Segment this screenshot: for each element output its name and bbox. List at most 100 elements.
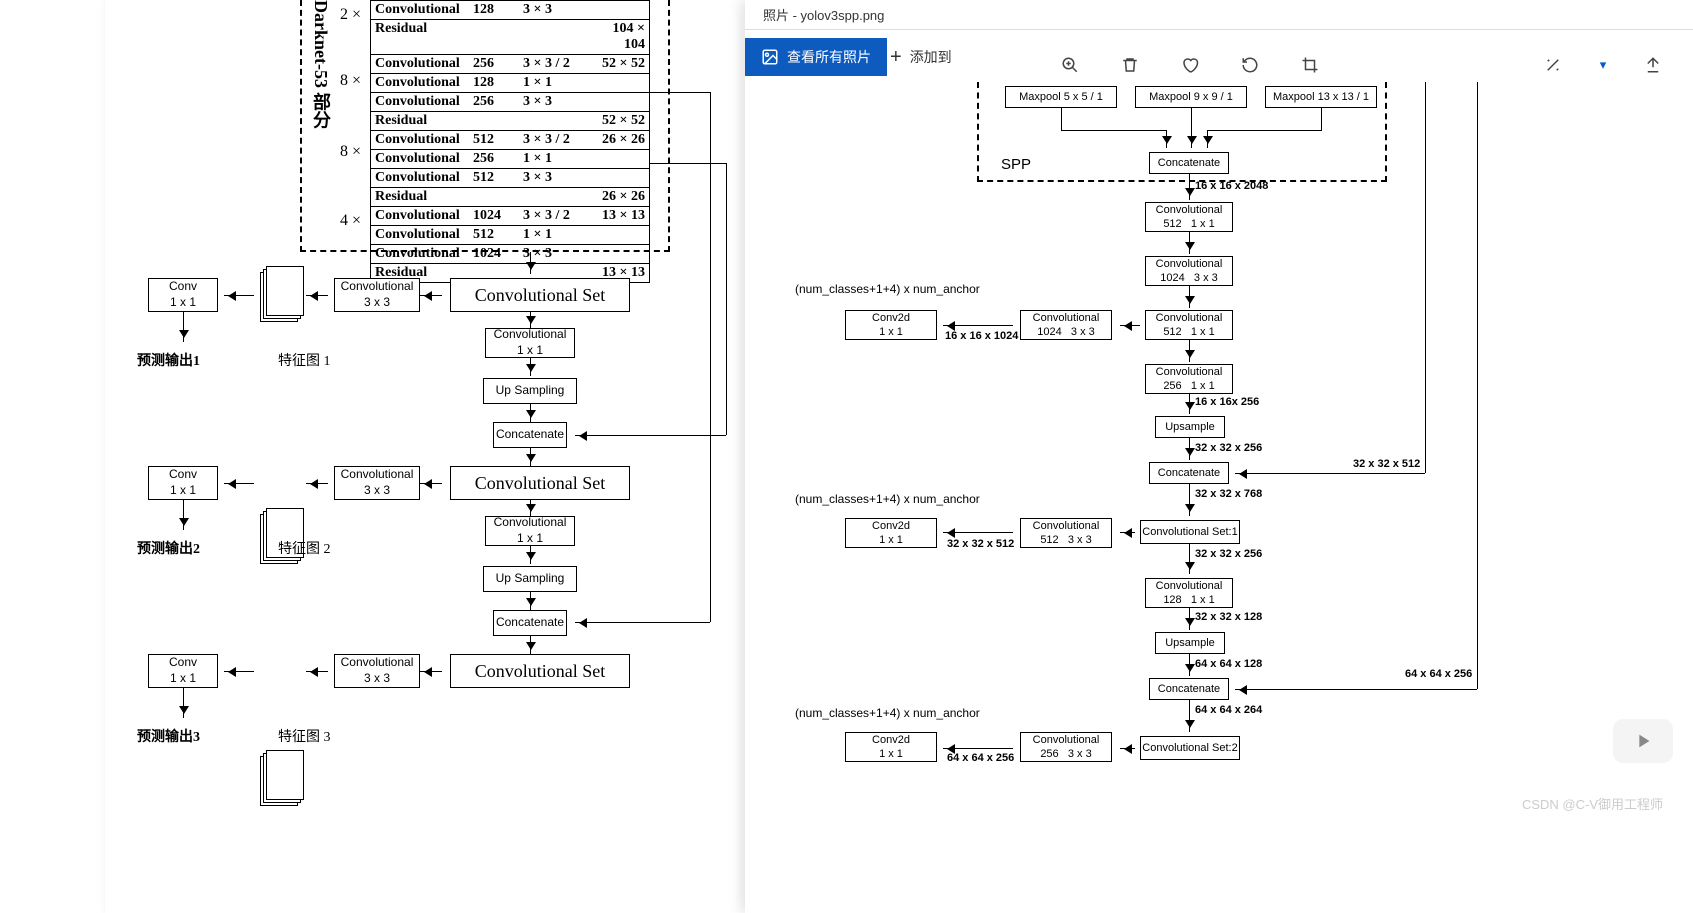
- conv-512-3-out2: Convolutional 512 3 x 3: [1020, 518, 1112, 548]
- arrow: [530, 500, 531, 516]
- share-icon[interactable]: [1643, 55, 1663, 75]
- arrow: [943, 748, 1013, 749]
- mult-4x: 4 ×: [340, 212, 361, 230]
- darknet-table: Convolutional1283 × 3 Residual104 × 104 …: [370, 0, 650, 283]
- chevron-down-icon[interactable]: ▾: [1593, 55, 1613, 75]
- upsample-2: Up Sampling: [483, 566, 577, 592]
- arrow: [1321, 108, 1322, 130]
- video-overlay[interactable]: [1613, 719, 1673, 763]
- arrow: [530, 546, 531, 564]
- arrow: [530, 448, 531, 466]
- conv2d-2: Conv2d 1 x 1: [845, 518, 937, 548]
- dim-32x512: 32 x 32 x 512: [947, 538, 1014, 550]
- arrow: [420, 295, 442, 296]
- arrow: [1207, 130, 1322, 131]
- concat-spp: Concatenate: [1149, 152, 1229, 174]
- arrow: [306, 295, 328, 296]
- photos-window: 照片 - yolov3spp.png 查看所有照片 + 添加到 ▾ SPP Ma…: [745, 0, 1693, 913]
- arrow: [1189, 700, 1190, 732]
- dim-16x256: 16 x 16x 256: [1195, 396, 1259, 408]
- toolbar-right: ▾: [1543, 46, 1663, 84]
- maxpool-13: Maxpool 13 x 13 / 1: [1265, 86, 1377, 108]
- featmap-1-label: 特征图 1: [278, 350, 331, 370]
- concat-1: Concatenate: [493, 422, 567, 448]
- conv1x1-b2: Convolutional1 x 1: [485, 516, 575, 546]
- arrow: [943, 532, 1013, 533]
- plus-icon: +: [890, 46, 902, 69]
- arrow: [575, 622, 710, 623]
- arrow: [1191, 108, 1192, 148]
- conv-512-1b: Convolutional 512 1 x 1: [1145, 310, 1233, 340]
- crop-icon[interactable]: [1300, 55, 1320, 75]
- conv1x1-2: Conv1 x 1: [148, 466, 218, 500]
- arrow: [530, 404, 531, 422]
- concat-2: Concatenate: [493, 610, 567, 636]
- arrow: [1477, 82, 1478, 689]
- convset-r1: Convolutional Set:1: [1140, 520, 1240, 544]
- upsample-1: Up Sampling: [483, 378, 577, 404]
- view-all-photos-button[interactable]: 查看所有照片: [745, 38, 887, 76]
- arrow: [1120, 532, 1135, 533]
- arrow: [1235, 689, 1477, 690]
- view-all-label: 查看所有照片: [787, 47, 871, 67]
- arrow: [224, 671, 254, 672]
- edit-icon[interactable]: [1543, 55, 1563, 75]
- conv3x3-1: Convolutional3 x 3: [334, 278, 420, 312]
- zoom-icon[interactable]: [1060, 55, 1080, 75]
- arrow: [1120, 748, 1135, 749]
- anchor-2: (num_classes+1+4) x num_anchor: [795, 492, 980, 506]
- arrow: [1207, 130, 1208, 148]
- rotate-icon[interactable]: [1240, 55, 1260, 75]
- conv3x3-2: Convolutional3 x 3: [334, 466, 420, 500]
- maxpool-9: Maxpool 9 x 9 / 1: [1135, 86, 1247, 108]
- arrow: [1120, 325, 1140, 326]
- heart-icon[interactable]: [1180, 55, 1200, 75]
- anchor-3: (num_classes+1+4) x num_anchor: [795, 706, 980, 720]
- watermark: CSDN @C-V御用工程师: [1522, 794, 1663, 813]
- conv2d-3: Conv2d 1 x 1: [845, 732, 937, 762]
- featmap-2-label: 特征图 2: [278, 538, 331, 558]
- conv2d-1: Conv2d 1 x 1: [845, 310, 937, 340]
- mult-8x-1: 8 ×: [340, 72, 361, 90]
- arrow: [1189, 394, 1190, 414]
- arrow: [530, 358, 531, 376]
- conv-256-3-out3: Convolutional 256 3 x 3: [1020, 732, 1112, 762]
- out-2: 预测输出2: [137, 538, 200, 558]
- window-title-bar[interactable]: 照片 - yolov3spp.png: [745, 0, 1693, 30]
- convset-3: Convolutional Set: [450, 654, 630, 688]
- delete-icon[interactable]: [1120, 55, 1140, 75]
- arrow: [1189, 654, 1190, 676]
- featmap-3: [260, 750, 302, 804]
- arrow: [1189, 484, 1190, 516]
- arrow: [1189, 232, 1190, 254]
- arrow: [726, 163, 727, 435]
- play-icon: [1632, 730, 1654, 752]
- arrow: [1189, 608, 1190, 630]
- conv-1024-3: Convolutional 1024 3 x 3: [1145, 256, 1233, 286]
- arrow: [1189, 544, 1190, 574]
- arrow: [420, 483, 442, 484]
- dim-64x256: 64 x 64 x 256: [947, 752, 1014, 764]
- dim-32x512-in: 32 x 32 x 512: [1353, 458, 1420, 470]
- arrow: [530, 636, 531, 654]
- darknet-label: Darknet-53 部分: [308, 0, 334, 129]
- dim-16x2048: 16 x 16 x 2048: [1195, 180, 1268, 192]
- image-icon: [761, 48, 779, 66]
- add-to-button[interactable]: + 添加到: [890, 38, 952, 76]
- mult-8x-2: 8 ×: [340, 143, 361, 161]
- dim-32x128: 32 x 32 x 128: [1195, 611, 1262, 623]
- maxpool-5: Maxpool 5 x 5 / 1: [1005, 86, 1117, 108]
- arrow: [530, 592, 531, 610]
- arrow: [183, 500, 184, 530]
- dim-32x768: 32 x 32 x 768: [1195, 488, 1262, 500]
- arrow: [1189, 286, 1190, 308]
- dim-32x256: 32 x 32 x 256: [1195, 442, 1262, 454]
- arrow: [1189, 438, 1190, 460]
- arrow: [650, 92, 710, 93]
- dim-64x256-in: 64 x 64 x 256: [1405, 668, 1472, 680]
- conv-512-1: Convolutional 512 1 x 1: [1145, 202, 1233, 232]
- conv3x3-3: Convolutional3 x 3: [334, 654, 420, 688]
- arrow: [224, 295, 254, 296]
- arrow: [224, 483, 254, 484]
- toolbar: [1060, 46, 1320, 84]
